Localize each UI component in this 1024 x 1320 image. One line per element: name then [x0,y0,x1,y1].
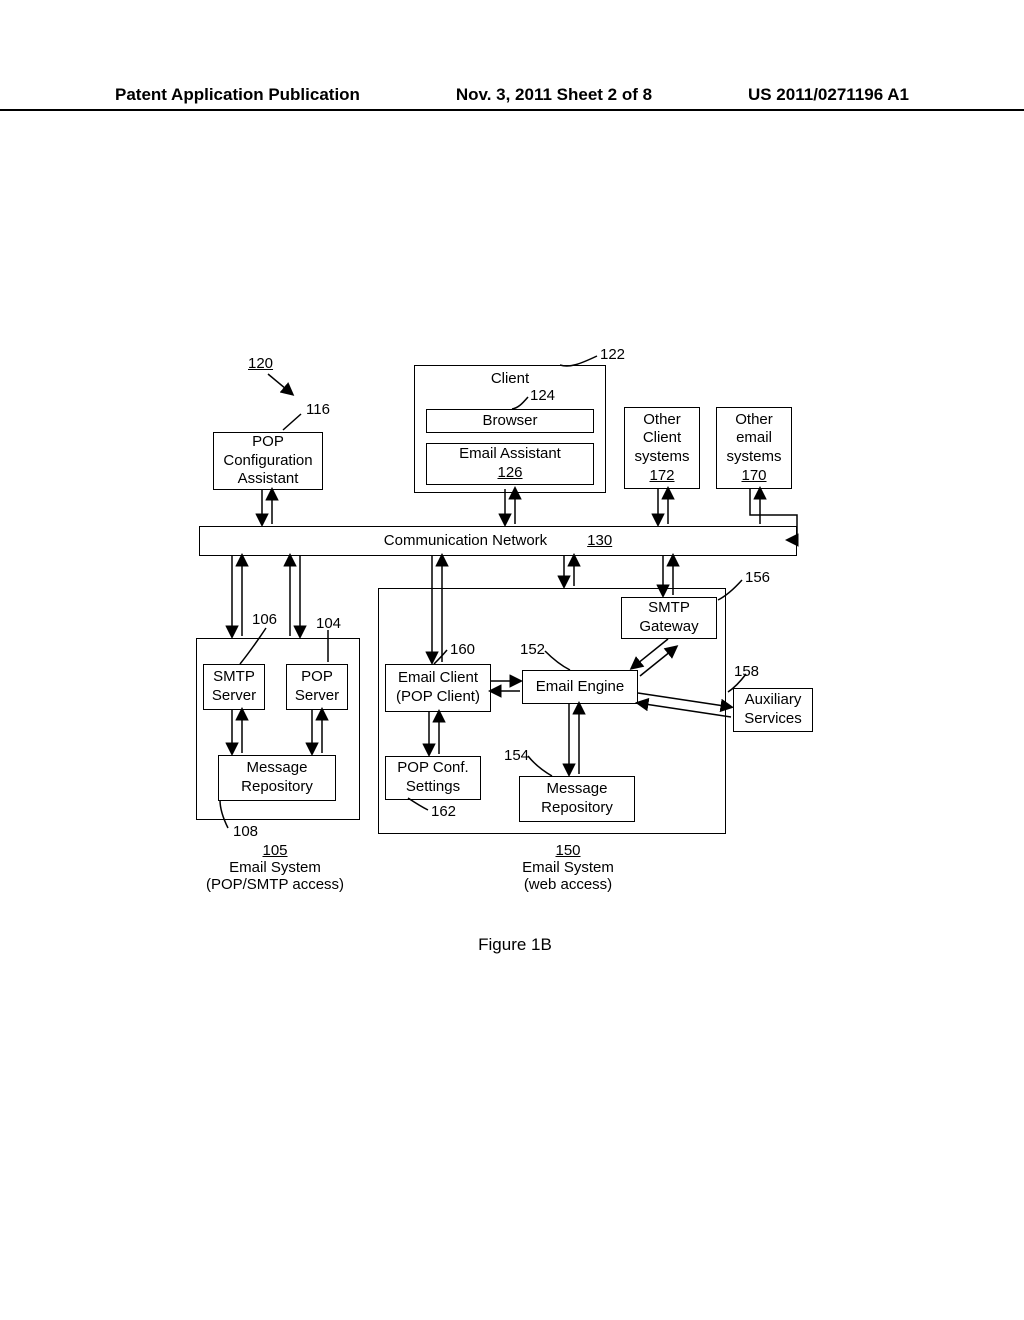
connectors-svg [0,0,1024,1320]
